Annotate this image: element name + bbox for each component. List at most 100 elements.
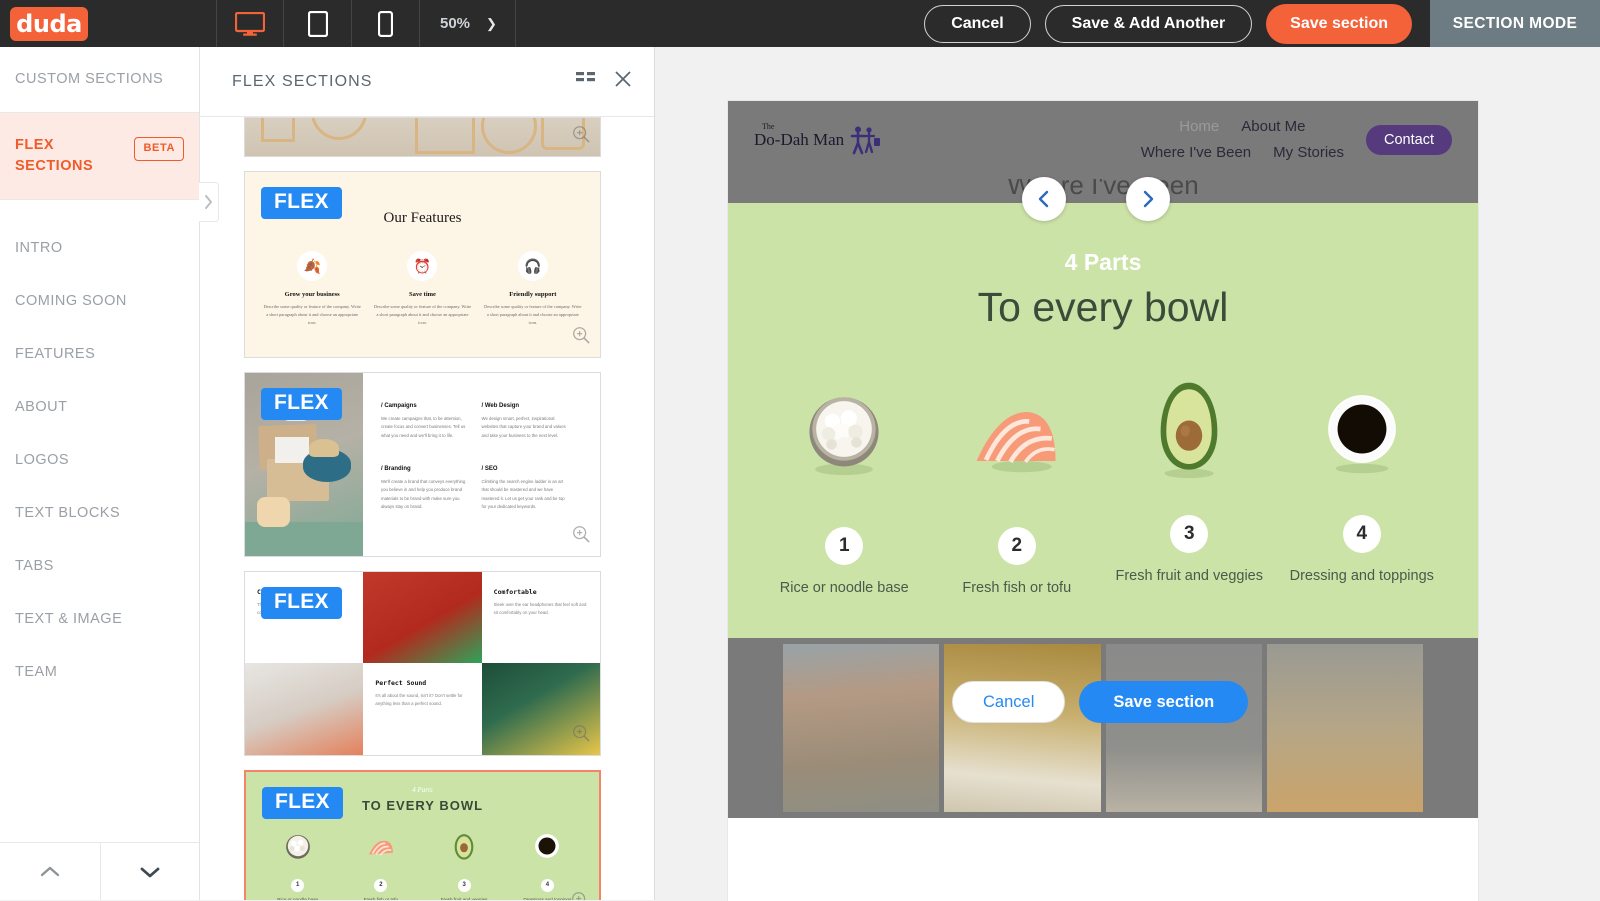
sidebar-item-label: FLEX SECTIONS <box>15 137 94 175</box>
nav-link-about-me[interactable]: About Me <box>1241 114 1305 140</box>
sidebar-item-logos[interactable]: LOGOS <box>0 434 199 487</box>
desktop-view-button[interactable] <box>216 0 284 47</box>
close-icon[interactable] <box>614 70 632 93</box>
flex-badge: FLEX <box>261 387 342 420</box>
flex-section-thumbnail-selected[interactable]: FLEX 4 Parts TO EVERY BOWL 1 Rice or noo… <box>244 769 601 900</box>
step-number-badge: 1 <box>825 527 864 565</box>
sidebar-scroll-down-button[interactable] <box>101 843 200 900</box>
zoom-in-icon[interactable] <box>572 326 590 349</box>
avocado-image[interactable] <box>1103 377 1276 481</box>
zoom-in-icon[interactable] <box>572 125 590 148</box>
brand-main-label: Do-Dah Man <box>754 130 845 149</box>
rice-bowl-image <box>281 829 315 863</box>
preview-grid-title: Comfortable <box>493 587 537 596</box>
preview-feature-title: Save time <box>409 291 436 298</box>
sidebar-item-text-and-image[interactable]: TEXT & IMAGE <box>0 593 199 646</box>
preview-feature-column: 🎧 Friendly support Describe some quality… <box>478 251 588 327</box>
tent-interior-photo[interactable] <box>944 644 1101 813</box>
flex-section-thumbnail[interactable]: FLEX / Campaigns We create campaigns tha… <box>244 371 601 557</box>
sidebar-item-label: FEATURES <box>15 346 96 363</box>
city-building-photo[interactable] <box>1105 644 1262 813</box>
sidebar-item-flex-sections[interactable]: FLEX SECTIONS BETA <box>0 113 199 200</box>
salmon-sashimi-image <box>364 829 398 863</box>
zoom-in-icon[interactable] <box>572 525 590 548</box>
section-steps-row: 1 Rice or noodle base 2 Fresh fish or to… <box>758 515 1448 598</box>
flex-badge: FLEX <box>262 786 343 819</box>
floating-save-section-button[interactable]: Save section <box>1079 681 1249 723</box>
monitor-icon <box>235 11 265 36</box>
tablet-view-button[interactable] <box>284 0 352 47</box>
headphones-orange-photo <box>245 663 364 755</box>
four-parts-section[interactable]: 4 Parts To every bowl 1 Rice or noodle b… <box>728 203 1478 639</box>
desert-dune-photo[interactable] <box>1266 644 1423 813</box>
step-number-badge: 3 <box>1170 515 1209 553</box>
floating-cancel-button[interactable]: Cancel <box>952 681 1066 723</box>
preview-grid-body: Sleek over the ear headphones that feel … <box>493 601 587 615</box>
sidebar-item-team[interactable]: TEAM <box>0 646 199 699</box>
preview-step-number: 3 <box>457 878 471 892</box>
carousel-next-button[interactable] <box>1126 177 1170 221</box>
zoom-in-icon[interactable] <box>572 724 590 747</box>
preview-service-title: / Campaigns <box>381 402 417 409</box>
section-step: 3 Fresh fruit and veggies <box>1103 515 1276 586</box>
strip-spacer <box>728 644 778 813</box>
strip-spacer <box>1428 644 1478 813</box>
zoom-level-selector[interactable]: 50% ❯ <box>420 0 516 47</box>
sidebar-item-label: COMING SOON <box>15 293 127 310</box>
preview-feature-column: 🍂 Grow your business Describe some quali… <box>257 251 367 327</box>
section-floating-actions: Cancel Save section <box>952 681 1249 723</box>
sidebar-item-about[interactable]: ABOUT <box>0 381 199 434</box>
panel-header-actions <box>576 70 632 93</box>
sidebar-item-label: INTRO <box>15 240 63 257</box>
sidebar-item-text-blocks[interactable]: TEXT BLOCKS <box>0 487 199 540</box>
top-toolbar: duda 50% ❯ Cancel Save & Add Another Sav… <box>0 0 1600 47</box>
sidebar-item-coming-soon[interactable]: COMING SOON <box>0 275 199 328</box>
save-section-button[interactable]: Save section <box>1266 3 1412 44</box>
clock-icon: ⏰ <box>407 251 438 281</box>
preview-step: 2 Fresh fish or tofu <box>339 878 422 900</box>
nav-link-where-ive-been[interactable]: Where I've Been <box>1141 140 1251 166</box>
preview-feature-title: Grow your business <box>284 291 340 298</box>
rice-bowl-image[interactable] <box>758 381 931 477</box>
flex-section-thumbnail[interactable]: FLEX Colorful These headphones come in s… <box>244 570 601 756</box>
sauce-bowl-image <box>530 829 564 863</box>
chevron-left-icon <box>1038 190 1049 208</box>
preview-grid-body: It's all about the sound, isn't it? Don'… <box>375 693 463 707</box>
sidebar-item-intro[interactable]: INTRO <box>0 222 199 275</box>
travel-photos-strip <box>728 638 1478 819</box>
chevron-right-icon <box>1143 190 1154 208</box>
panel-collapse-handle[interactable] <box>199 182 219 222</box>
venice-street-photo[interactable] <box>783 644 940 813</box>
salmon-sashimi-image[interactable] <box>931 382 1104 476</box>
cancel-button[interactable]: Cancel <box>924 4 1031 43</box>
flex-badge: FLEX <box>261 187 342 219</box>
zoom-level-value: 50% <box>440 15 471 32</box>
site-brand[interactable]: The Do-Dah Man <box>754 122 882 155</box>
duda-logo[interactable]: duda <box>10 6 88 41</box>
flex-section-thumbnail[interactable] <box>244 117 601 157</box>
flex-section-thumbnail[interactable]: FLEX Our Features 🍂 Grow your business D… <box>244 171 601 358</box>
sauce-bowl-image[interactable] <box>1276 382 1449 476</box>
sidebar-item-tabs[interactable]: TABS <box>0 540 199 593</box>
carousel-prev-button[interactable] <box>1022 177 1066 221</box>
sidebar-item-label: TABS <box>15 558 54 575</box>
sidebar-item-custom-sections[interactable]: CUSTOM SECTIONS <box>0 47 199 112</box>
section-step: 4 Dressing and toppings <box>1276 515 1449 586</box>
preview-grid-text-cell: Perfect Sound It's all about the sound, … <box>363 663 482 755</box>
preview-step-number: 2 <box>374 878 388 892</box>
sidebar-item-features[interactable]: FEATURES <box>0 328 199 381</box>
zoom-in-icon[interactable] <box>571 891 589 900</box>
list-view-icon[interactable] <box>576 71 596 92</box>
website-preview: The Do-Dah Man Home About Me Where I've … <box>728 101 1478 901</box>
contact-button[interactable]: Contact <box>1366 125 1452 155</box>
headphones-red-photo <box>363 571 482 664</box>
sidebar-scroll-up-button[interactable] <box>0 843 101 900</box>
preview-feature-title: Friendly support <box>509 291 557 298</box>
mobile-view-button[interactable] <box>352 0 420 47</box>
flex-sections-list[interactable]: FLEX Our Features 🍂 Grow your business D… <box>200 117 654 900</box>
nav-link-my-stories[interactable]: My Stories <box>1273 140 1344 166</box>
save-and-add-another-button[interactable]: Save & Add Another <box>1044 4 1253 43</box>
preview-service-body: We design smart, perfect, inspirational … <box>481 415 566 438</box>
nav-link-home[interactable]: Home <box>1179 114 1219 140</box>
sidebar-item-label: LOGOS <box>15 452 70 469</box>
